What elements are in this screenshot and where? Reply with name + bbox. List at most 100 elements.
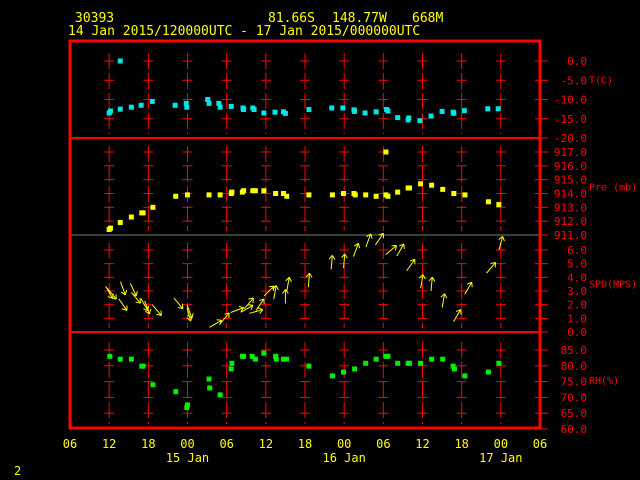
rh-point [418, 360, 424, 366]
pressure-point [117, 220, 123, 226]
y-tick-label: 3.0 [567, 285, 587, 298]
temperature-point [385, 108, 391, 114]
y-tick-label: 4.0 [567, 271, 587, 284]
rh-point [451, 366, 457, 372]
wind-arrow [305, 272, 313, 288]
x-tick-label: 12 [415, 437, 429, 451]
temperature-point [117, 58, 123, 64]
rh-point [117, 356, 123, 362]
temperature-point [107, 108, 113, 114]
pressure-point [284, 193, 290, 199]
meteogram-chart: 0.0 -5.0 -10.0 -15.0 -20.0 T(C) 917.0916.0915.… [63, 39, 637, 465]
panel-label-wind_speed: SPD(MPS) [589, 280, 637, 291]
rh-point [385, 353, 391, 359]
temperature-point [117, 106, 123, 112]
x-tick-label: 06 [376, 437, 390, 451]
wind-arrow [151, 304, 162, 316]
rh-point [206, 376, 212, 382]
y-tick-label: 911.0 [554, 229, 587, 242]
wind-arrow [282, 289, 289, 304]
x-tick-label: 18 [141, 437, 155, 451]
wind-arrow [129, 283, 138, 297]
temperature-point [485, 106, 491, 112]
rh-point [329, 373, 335, 379]
wind-arrow [428, 276, 436, 292]
wind-arrow [353, 243, 361, 257]
pressure-point [385, 193, 391, 199]
temperature-point [329, 105, 335, 111]
date-label: 15 Jan [166, 451, 209, 465]
pressure-point [418, 181, 424, 187]
pressure-point [485, 199, 491, 205]
date-label: 17 Jan [479, 451, 522, 465]
panel-label-relative_humidity: RH(%) [589, 376, 619, 387]
x-tick-label: 00 [337, 437, 351, 451]
x-tick-label: 06 [63, 437, 77, 451]
y-tick-label: 913.0 [554, 201, 587, 214]
y-tick-label: -20.0 [554, 132, 587, 145]
y-tick-label: 6.0 [567, 244, 587, 257]
y-tick-label: 80.0 [561, 360, 588, 373]
y-tick-label: 914.0 [554, 188, 587, 201]
temperature-point [228, 103, 234, 109]
wind-arrow [498, 236, 505, 251]
pressure-point [462, 192, 468, 198]
y-tick-label: 75.0 [561, 376, 588, 389]
temperature-point [172, 102, 178, 108]
rh-point [406, 360, 412, 366]
rh-point [284, 356, 290, 362]
wind-arrow [486, 261, 497, 274]
rh-point [341, 369, 347, 375]
y-tick-label: 2.0 [567, 299, 587, 312]
y-tick-label: -5.0 [561, 74, 588, 87]
temperature-point [241, 107, 247, 113]
y-tick-label: 5.0 [567, 258, 587, 271]
y-tick-label: 0.0 [567, 326, 587, 339]
wind-arrow [285, 276, 292, 292]
wind-arrow [464, 281, 473, 295]
rh-point [363, 360, 369, 366]
pressure-point [395, 189, 401, 195]
rh-point [150, 382, 156, 388]
wind-arrow [406, 258, 416, 272]
rh-point [128, 356, 134, 362]
temperature-point [417, 118, 423, 124]
pressure-point [150, 204, 156, 210]
temperature-point [451, 110, 457, 116]
rh-point [217, 392, 223, 398]
panel-label-pressure: Pre (mb) [589, 183, 637, 194]
pressure-point [206, 192, 212, 198]
temperature-point [206, 100, 212, 106]
wind-arrow [365, 233, 373, 248]
rh-point [185, 402, 190, 408]
temperature-point [128, 104, 134, 110]
panel-label-temperature: T(C) [589, 76, 613, 87]
pressure-point [306, 192, 312, 198]
temperature-point [138, 102, 144, 108]
temperature-point [495, 106, 501, 112]
pressure-point [383, 149, 389, 155]
y-tick-label: 85.0 [561, 344, 588, 357]
wind-arrow [440, 293, 448, 308]
rh-point [207, 385, 213, 391]
pressure-point [128, 214, 134, 220]
temperature-point [306, 107, 312, 113]
x-tick-label: 12 [102, 437, 116, 451]
temperature-point [373, 109, 379, 115]
rh-point [485, 369, 491, 375]
x-tick-label: 00 [494, 437, 508, 451]
temperature-point [340, 105, 346, 111]
wind-arrow [209, 319, 223, 328]
rh-point [395, 360, 401, 366]
pressure-point [341, 191, 347, 196]
pressure-point [261, 188, 267, 194]
wind-arrow [272, 285, 279, 300]
pressure-point [217, 192, 223, 198]
y-tick-label: -10.0 [554, 94, 587, 107]
rh-point [228, 366, 234, 372]
y-tick-label: 915.0 [554, 174, 587, 187]
wind-arrow [106, 288, 117, 300]
temperature-point [261, 110, 267, 116]
temperature-point [149, 98, 155, 104]
temperature-point [395, 115, 401, 121]
